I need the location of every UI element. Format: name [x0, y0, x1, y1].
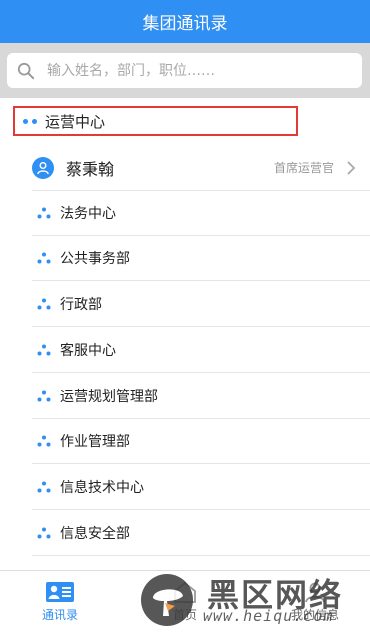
- org-label: 运营中心: [45, 112, 106, 131]
- search-icon: [17, 62, 35, 79]
- org-tree-icon: [37, 435, 51, 447]
- tab-label: 通讯录: [41, 607, 78, 622]
- avatar: [32, 156, 54, 179]
- org-tree-icon: [37, 390, 51, 402]
- dept-row[interactable]: 客服中心: [32, 328, 370, 373]
- dept-label: 运营规划管理部: [60, 389, 158, 405]
- dept-label: 客服中心: [60, 343, 116, 359]
- tab-contacts[interactable]: 通讯录: [25, 571, 95, 632]
- dept-label: 法务中心: [60, 206, 116, 222]
- dept-label: 行政部: [60, 297, 102, 313]
- tab-label: 我的信息: [290, 607, 339, 622]
- search-bar: [0, 43, 370, 98]
- dept-row[interactable]: 信息安全部: [32, 511, 370, 556]
- person-row[interactable]: 蔡秉翰 首席运营官: [32, 145, 370, 191]
- dept-label: 信息技术中心: [60, 480, 144, 496]
- dept-row[interactable]: 信息技术中心: [32, 465, 370, 510]
- org-tree-icon: [37, 252, 51, 264]
- person-title: 首席运营官: [273, 161, 334, 175]
- dept-row[interactable]: 法务中心: [32, 191, 370, 236]
- dept-label: 作业管理部: [60, 434, 130, 450]
- org-tree-icon: [37, 298, 51, 310]
- dept-row[interactable]: 运营规划管理部: [32, 374, 370, 419]
- home-icon: [174, 581, 196, 603]
- org-tree-icon: [37, 481, 51, 493]
- org-dots-icon: [23, 118, 37, 124]
- tab-home[interactable]: 首页: [150, 571, 220, 632]
- user-icon: [37, 161, 49, 174]
- contacts-icon: [46, 581, 74, 602]
- tab-my-info[interactable]: 我的信息: [275, 571, 355, 632]
- page-title: 集团通讯录: [142, 14, 228, 34]
- person-name: 蔡秉翰: [66, 159, 115, 179]
- search-box[interactable]: [7, 53, 362, 88]
- app-header: 集团通讯录: [0, 0, 370, 43]
- org-header-current[interactable]: 运营中心: [13, 106, 298, 136]
- chevron-right-icon: [347, 160, 356, 175]
- bottom-tab-bar: 通讯录 首页 我的信息: [0, 570, 370, 632]
- dept-row[interactable]: 公共事务部: [32, 236, 370, 281]
- dept-label: 信息安全部: [60, 526, 130, 542]
- tab-label: 首页: [172, 607, 197, 622]
- org-tree-icon: [37, 344, 51, 356]
- dept-row[interactable]: 作业管理部: [32, 419, 370, 464]
- search-input[interactable]: [45, 61, 339, 80]
- org-tree-icon: [37, 207, 51, 219]
- dept-row[interactable]: 行政部: [32, 282, 370, 327]
- dept-label: 公共事务部: [60, 251, 130, 267]
- org-tree-icon: [37, 527, 51, 539]
- profile-icon: [305, 582, 325, 602]
